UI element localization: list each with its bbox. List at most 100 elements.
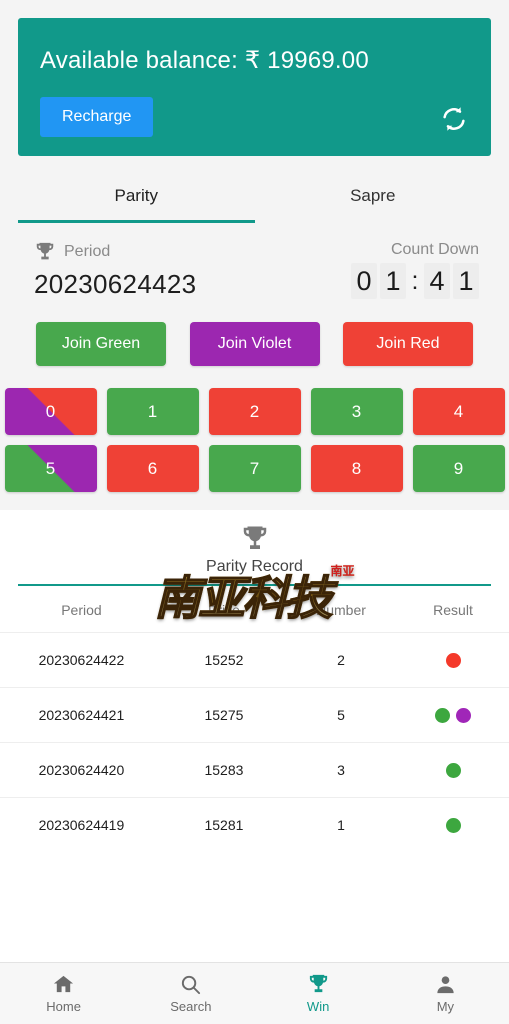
number-tile-6[interactable]: 6 (106, 445, 199, 492)
cell-number: 5 (285, 687, 397, 743)
countdown-digit-1: 0 (351, 263, 377, 299)
period-countdown-row: Period 20230624423 Count Down 0 1 : 4 1 (0, 223, 509, 300)
refresh-icon[interactable] (439, 104, 469, 134)
recharge-button[interactable]: Recharge (40, 97, 154, 137)
bottom-navigation: Home Search Win My (0, 962, 509, 1024)
number-tile-label: 3 (351, 401, 362, 421)
cell-period: 20230624422 (0, 632, 163, 688)
trophy-icon (240, 524, 270, 554)
result-dot-green (435, 707, 450, 723)
cell-price: 15281 (162, 797, 286, 852)
cell-period: 20230624419 (0, 797, 163, 852)
number-tile-9[interactable]: 9 (412, 445, 505, 492)
number-tile-label: 4 (453, 401, 464, 421)
countdown-label: Count Down (390, 241, 479, 258)
record-title: Parity Record (206, 558, 303, 575)
tab-parity[interactable]: Parity (18, 170, 255, 223)
cell-price: 15275 (162, 687, 286, 743)
number-tile-label: 9 (453, 458, 464, 478)
trophy-icon (307, 973, 330, 996)
result-dot-green (445, 762, 461, 778)
number-tile-label: 6 (147, 458, 158, 478)
number-tile-8[interactable]: 8 (310, 445, 403, 492)
record-header: Parity Record (0, 510, 509, 576)
balance-card: Available balance: ₹ 19969.00 Recharge (18, 18, 491, 156)
tab-bar: Parity Sapre (0, 170, 509, 223)
join-green-button[interactable]: Join Green (36, 322, 166, 366)
record-table-body: 20230624422 15252 2 20230624421 15275 5 (0, 632, 509, 852)
period-label-line: Period (34, 241, 196, 263)
period-label: Period (64, 243, 111, 260)
number-grid: 0 1 2 3 4 5 6 7 8 9 (0, 366, 509, 492)
column-header-number: Number (316, 602, 366, 618)
nav-item-home[interactable]: Home (0, 963, 127, 1024)
cell-result (397, 687, 509, 743)
app-root: Available balance: ₹ 19969.00 Recharge P… (0, 0, 509, 1024)
number-tile-4[interactable]: 4 (412, 388, 505, 435)
search-icon (179, 973, 202, 996)
column-header-price: Price (208, 602, 240, 618)
countdown-separator: : (411, 266, 419, 295)
join-button-row: Join Green Join Violet Join Red (0, 300, 509, 366)
column-header-result: Result (433, 602, 473, 618)
number-tile-3[interactable]: 3 (310, 388, 403, 435)
record-table-head: Period Price Number Result (0, 586, 509, 633)
join-violet-button[interactable]: Join Violet (189, 322, 320, 366)
balance-text: Available balance: ₹ 19969.00 (40, 47, 369, 74)
number-tile-label: 5 (45, 458, 56, 478)
cell-number: 3 (285, 742, 397, 798)
number-tile-2[interactable]: 2 (208, 388, 301, 435)
cell-number: 1 (285, 797, 397, 852)
record-header-row: Period Price Number Result (0, 586, 509, 633)
number-tile-0[interactable]: 0 (4, 388, 97, 435)
column-header-period: Period (61, 602, 102, 618)
result-dots (397, 652, 509, 668)
number-tile-5[interactable]: 5 (4, 445, 97, 492)
cell-price: 15283 (162, 742, 286, 798)
cell-period: 20230624421 (0, 687, 163, 743)
parity-record-card: Parity Record 南亚科技南亚 Period Price Number… (0, 510, 509, 962)
number-tile-7[interactable]: 7 (208, 445, 301, 492)
countdown-digit-3: 4 (424, 263, 450, 299)
result-dots (397, 707, 509, 723)
number-tile-label: 0 (45, 401, 56, 421)
countdown-digits: 0 1 : 4 1 (351, 263, 479, 299)
table-row[interactable]: 20230624419 15281 1 (0, 797, 509, 852)
countdown-digit-2: 1 (380, 263, 406, 299)
cell-price: 15252 (162, 632, 286, 688)
nav-item-label: Home (46, 999, 81, 1014)
countdown-block: Count Down 0 1 : 4 1 (351, 241, 479, 299)
nav-item-win[interactable]: Win (255, 963, 382, 1024)
home-icon (52, 973, 75, 996)
nav-item-search[interactable]: Search (127, 963, 254, 1024)
number-tile-label: 7 (249, 458, 260, 478)
number-tile-label: 8 (351, 458, 362, 478)
cell-result (397, 632, 509, 688)
table-row[interactable]: 20230624420 15283 3 (0, 742, 509, 798)
result-dot-violet (456, 707, 471, 723)
nav-item-label: Win (306, 999, 330, 1014)
record-table: Period Price Number Result 20230624422 1… (0, 586, 509, 852)
period-block: Period 20230624423 (34, 241, 196, 300)
table-row[interactable]: 20230624422 15252 2 (0, 632, 509, 688)
result-dot-green (445, 817, 461, 833)
number-tile-label: 2 (249, 401, 260, 421)
person-icon (434, 973, 457, 996)
cell-period: 20230624420 (0, 742, 163, 798)
result-dot-red (445, 652, 461, 668)
result-dots (397, 762, 509, 778)
number-tile-label: 1 (147, 401, 158, 421)
cell-result (397, 742, 509, 798)
nav-item-label: Search (170, 999, 212, 1014)
countdown-digit-4: 1 (453, 263, 479, 299)
cell-number: 2 (285, 632, 397, 688)
nav-item-my[interactable]: My (382, 963, 509, 1024)
result-dots (397, 817, 509, 833)
tab-sapre[interactable]: Sapre (255, 170, 492, 223)
nav-item-label: My (436, 999, 455, 1014)
table-row[interactable]: 20230624421 15275 5 (0, 687, 509, 743)
period-value: 20230624423 (34, 269, 197, 299)
cell-result (397, 797, 509, 852)
number-tile-1[interactable]: 1 (106, 388, 199, 435)
join-red-button[interactable]: Join Red (343, 322, 473, 366)
